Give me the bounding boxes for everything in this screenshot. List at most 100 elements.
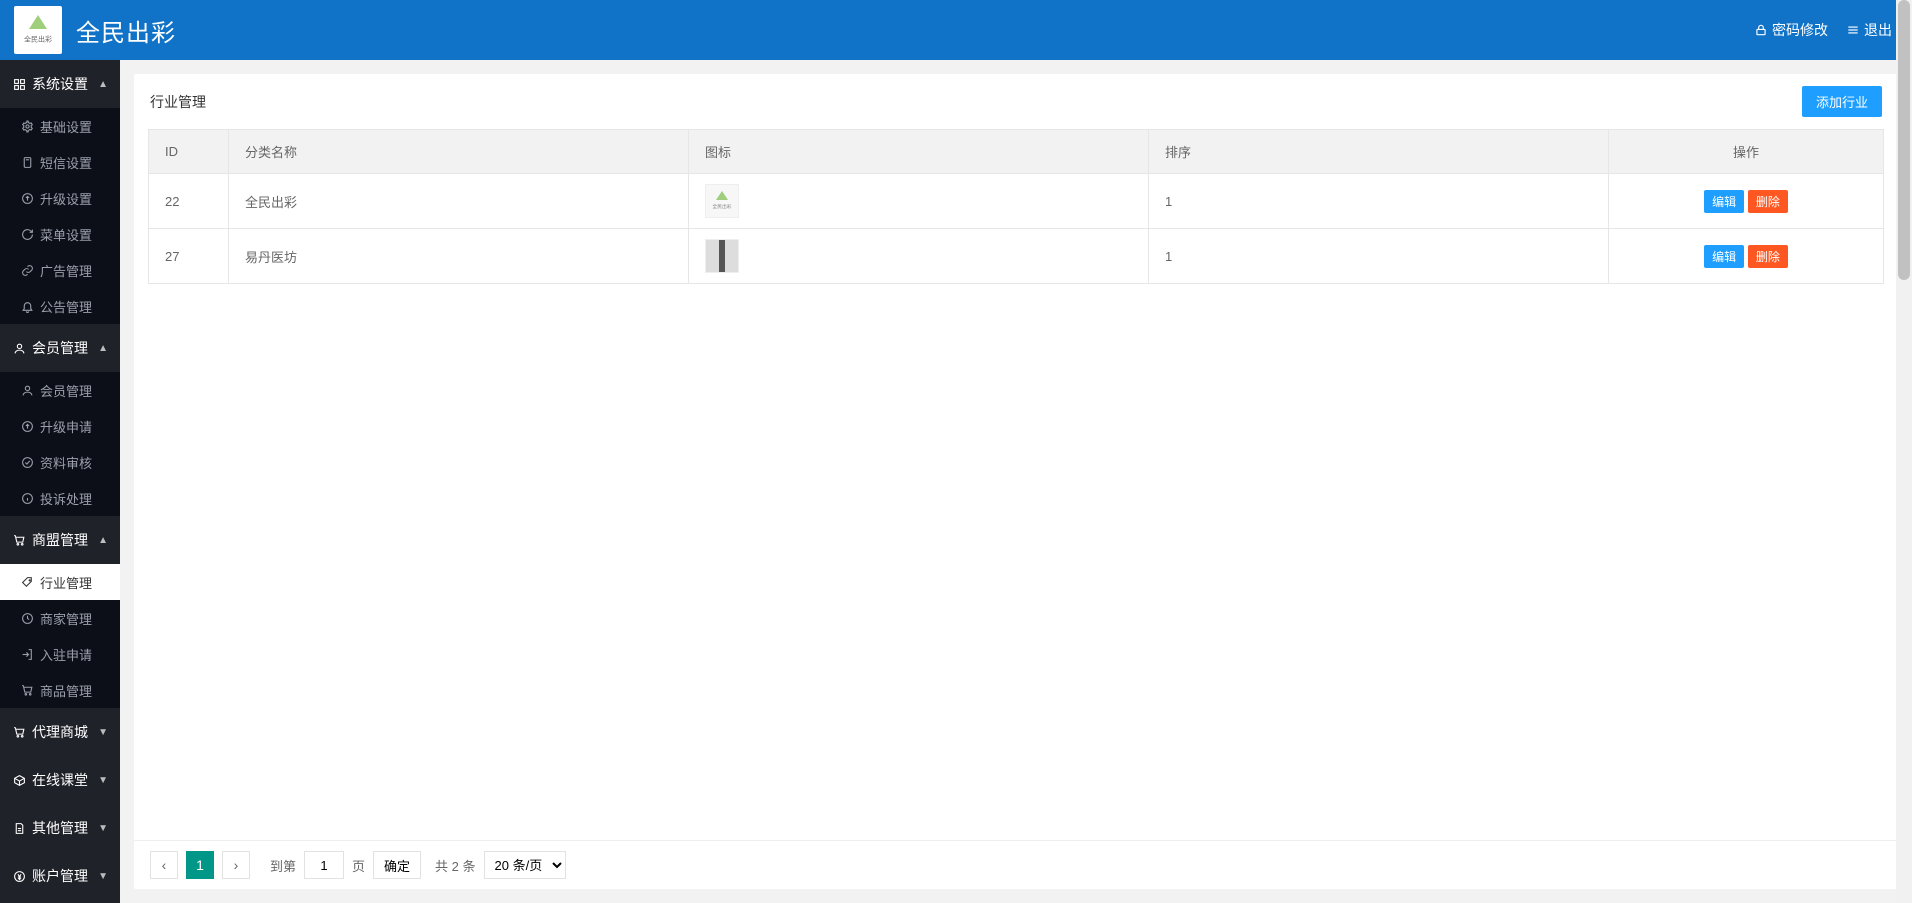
sidebar-item-label: 短信设置 [40, 153, 92, 172]
sidebar-group-label: 系统设置 [32, 74, 88, 94]
sidebar-group-other: 其他管理▼ [0, 804, 120, 852]
prev-page-button[interactable]: ‹ [150, 851, 178, 879]
sidebar-group-header-member[interactable]: 会员管理▲ [0, 324, 120, 372]
link-icon [20, 263, 34, 277]
sidebar-group-label: 商盟管理 [32, 530, 88, 550]
sidebar-item-label: 广告管理 [40, 261, 92, 280]
delete-button[interactable]: 删除 [1748, 190, 1788, 213]
sidebar-group-label: 在线课堂 [32, 770, 88, 790]
logout-link[interactable]: 退出 [1846, 20, 1892, 40]
cell-icon: 全民出彩 [689, 174, 1149, 229]
doc-icon [12, 821, 26, 835]
sidebar-item-alliance-3[interactable]: 商品管理 [0, 672, 120, 708]
cell-id: 22 [149, 174, 229, 229]
chevron-right-icon: › [234, 857, 239, 873]
sidebar-group-account: 账户管理▼ [0, 852, 120, 900]
edit-button[interactable]: 编辑 [1704, 245, 1744, 268]
chevron-down-icon: ▼ [98, 871, 108, 882]
row-icon-thumb: 全民出彩 [705, 184, 739, 218]
delete-button[interactable]: 删除 [1748, 245, 1788, 268]
sidebar-item-label: 升级设置 [40, 189, 92, 208]
refresh-icon [20, 227, 34, 241]
sidebar-item-label: 菜单设置 [40, 225, 92, 244]
table-header-row: ID 分类名称 图标 排序 操作 [149, 130, 1884, 174]
money-icon [12, 869, 26, 883]
tag-icon [20, 575, 34, 589]
sidebar-item-label: 商家管理 [40, 609, 92, 628]
sidebar-item-label: 资料审核 [40, 453, 92, 472]
scrollbar-thumb[interactable] [1898, 0, 1910, 280]
sidebar-group-header-account[interactable]: 账户管理▼ [0, 852, 120, 900]
chevron-up-icon: ▲ [98, 343, 108, 354]
sidebar-item-label: 行业管理 [40, 573, 92, 592]
sidebar-item-alliance-1[interactable]: 商家管理 [0, 600, 120, 636]
next-page-button[interactable]: › [222, 851, 250, 879]
sidebar-item-alliance-0[interactable]: 行业管理 [0, 564, 120, 600]
card-title: 行业管理 [150, 92, 206, 112]
sidebar: 系统设置▲基础设置短信设置升级设置菜单设置广告管理公告管理会员管理▲会员管理升级… [0, 60, 120, 903]
sidebar-item-system-5[interactable]: 公告管理 [0, 288, 120, 324]
sidebar-item-member-2[interactable]: 资料审核 [0, 444, 120, 480]
sidebar-group-header-course[interactable]: 在线课堂 ▼ [0, 756, 120, 804]
col-name: 分类名称 [229, 130, 689, 174]
cell-op: 编辑 删除 [1609, 174, 1884, 229]
sidebar-item-alliance-2[interactable]: 入驻申请 [0, 636, 120, 672]
vertical-scrollbar[interactable] [1896, 0, 1912, 903]
app-header: 全民出彩 全民出彩 密码修改 退出 [0, 0, 1912, 60]
check-icon [20, 455, 34, 469]
logout-label: 退出 [1864, 20, 1892, 40]
col-op: 操作 [1609, 130, 1884, 174]
pagination: ‹ 1 › 到第 页 确定 共 2 条 20 条/页 [134, 840, 1898, 889]
logo-text: 全民出彩 [24, 33, 52, 44]
sidebar-item-label: 投诉处理 [40, 489, 92, 508]
info-icon [20, 491, 34, 505]
header-actions: 密码修改 退出 [1754, 20, 1892, 40]
chevron-down-icon: ▼ [98, 823, 108, 834]
edit-button[interactable]: 编辑 [1704, 190, 1744, 213]
sidebar-group-header-system[interactable]: 系统设置▲ [0, 60, 120, 108]
sidebar-item-system-1[interactable]: 短信设置 [0, 144, 120, 180]
total-count: 共 2 条 [435, 856, 475, 875]
sidebar-item-label: 基础设置 [40, 117, 92, 136]
sidebar-item-system-4[interactable]: 广告管理 [0, 252, 120, 288]
add-industry-button[interactable]: 添加行业 [1802, 86, 1882, 117]
card-header: 行业管理 添加行业 [134, 74, 1898, 129]
app-root: 全民出彩 全民出彩 密码修改 退出 系统设置▲基础设置短信设置升级设置菜单设置广… [0, 0, 1912, 903]
sidebar-item-label: 公告管理 [40, 297, 92, 316]
sidebar-item-label: 入驻申请 [40, 645, 92, 664]
sidebar-group-alliance: 商盟管理▲行业管理商家管理入驻申请商品管理 [0, 516, 120, 708]
change-password-label: 密码修改 [1772, 20, 1828, 40]
main-content: 行业管理 添加行业 ID 分类名称 图标 排序 操作 [120, 60, 1912, 903]
sidebar-group-member: 会员管理▲会员管理升级申请资料审核投诉处理 [0, 324, 120, 516]
upload-icon [20, 419, 34, 433]
chevron-down-icon: ▼ [98, 775, 108, 786]
cell-name: 易丹医坊 [229, 229, 689, 284]
sidebar-item-system-3[interactable]: 菜单设置 [0, 216, 120, 252]
table-row: 22全民出彩全民出彩1编辑 删除 [149, 174, 1884, 229]
sidebar-item-member-1[interactable]: 升级申请 [0, 408, 120, 444]
page-1-button[interactable]: 1 [186, 851, 214, 879]
sidebar-item-label: 商品管理 [40, 681, 92, 700]
lock-icon [1754, 23, 1768, 37]
app-body: 系统设置▲基础设置短信设置升级设置菜单设置广告管理公告管理会员管理▲会员管理升级… [0, 60, 1912, 903]
per-page-select[interactable]: 20 条/页 [484, 851, 566, 879]
sidebar-group-header-proxy[interactable]: 代理商城▼ [0, 708, 120, 756]
sidebar-item-system-2[interactable]: 升级设置 [0, 180, 120, 216]
sidebar-submenu-alliance: 行业管理商家管理入驻申请商品管理 [0, 564, 120, 708]
user-icon [12, 341, 26, 355]
col-id: ID [149, 130, 229, 174]
sidebar-item-member-3[interactable]: 投诉处理 [0, 480, 120, 516]
change-password-link[interactable]: 密码修改 [1754, 20, 1828, 40]
sidebar-item-system-0[interactable]: 基础设置 [0, 108, 120, 144]
sidebar-group-header-alliance[interactable]: 商盟管理▲ [0, 516, 120, 564]
sidebar-group-header-other[interactable]: 其他管理▼ [0, 804, 120, 852]
goto-page-input[interactable] [304, 851, 344, 879]
goto-confirm-button[interactable]: 确定 [373, 851, 421, 879]
upload-icon [20, 191, 34, 205]
cart-icon [12, 533, 26, 547]
sidebar-item-label: 升级申请 [40, 417, 92, 436]
row-icon-thumb [705, 239, 739, 273]
table-wrap: ID 分类名称 图标 排序 操作 22全民出彩全民出彩1编辑 删除27易丹医坊1… [134, 129, 1898, 840]
sidebar-item-member-0[interactable]: 会员管理 [0, 372, 120, 408]
clock-icon [20, 611, 34, 625]
